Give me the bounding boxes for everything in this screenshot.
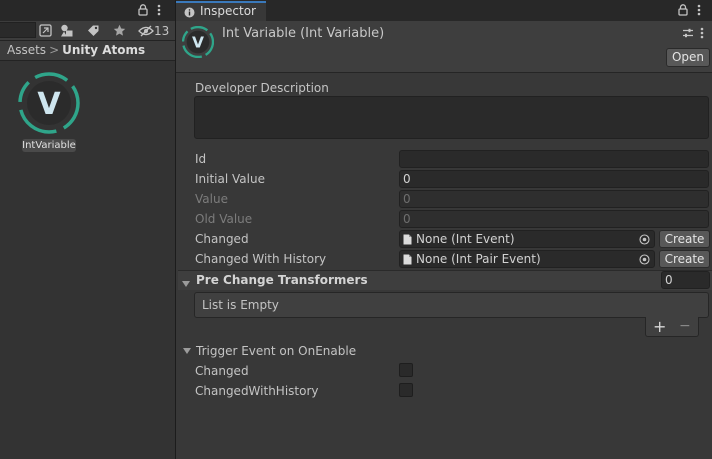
trigger-changed-with-history-label: ChangedWithHistory <box>195 384 319 398</box>
inspector-body: Developer Description Id Initial Value 0… <box>176 73 712 459</box>
favorites-star-icon[interactable] <box>109 22 129 39</box>
create-changed-with-history-button[interactable]: Create <box>659 250 710 268</box>
old-value-field: 0 <box>399 210 709 228</box>
v-atom-icon: V <box>18 72 80 134</box>
foldout-arrow-icon[interactable] <box>183 348 191 354</box>
page-title: Int Variable (Int Variable) <box>222 26 385 41</box>
preset-sliders-icon[interactable] <box>682 27 694 39</box>
object-picker-icon[interactable] <box>639 234 650 245</box>
kebab-menu-icon[interactable] <box>700 27 704 39</box>
hidden-packages-count: 13 <box>154 24 170 38</box>
list-empty-text: List is Empty <box>202 298 279 312</box>
trigger-changed-with-history-checkbox[interactable] <box>399 383 413 397</box>
initial-value-field[interactable]: 0 <box>399 170 709 188</box>
changed-label: Changed <box>195 232 249 246</box>
filter-by-label-icon[interactable] <box>83 22 103 39</box>
trigger-event-label: Trigger Event on OnEnable <box>196 344 357 358</box>
changed-object-value: None (Int Event) <box>416 232 515 246</box>
value-field: 0 <box>399 190 709 208</box>
kebab-menu-icon[interactable] <box>697 4 701 16</box>
trigger-changed-label: Changed <box>195 364 249 378</box>
add-item-button[interactable]: + <box>653 317 666 336</box>
v-atom-glyph: V <box>192 34 204 52</box>
lock-icon[interactable] <box>678 4 688 16</box>
kebab-menu-icon[interactable] <box>157 4 161 16</box>
document-icon <box>403 234 412 245</box>
create-icon[interactable] <box>35 22 55 39</box>
info-icon <box>184 7 195 18</box>
changed-with-history-object-field[interactable]: None (Int Pair Event) <box>399 250 655 268</box>
trigger-event-foldout[interactable]: Trigger Event on OnEnable <box>183 344 356 358</box>
tab-inspector-label: Inspector <box>200 4 256 18</box>
asset-label: IntVariable <box>22 139 76 152</box>
list-footer: + − <box>645 317 699 337</box>
old-value-label: Old Value <box>195 212 253 226</box>
v-atom-glyph: V <box>37 87 61 122</box>
inspector-header: V Int Variable (Int Variable) Open <box>176 21 712 73</box>
breadcrumb-separator: > <box>49 43 60 57</box>
breadcrumb-item-assets[interactable]: Assets <box>7 43 46 57</box>
pre-change-transformers-list: List is Empty <box>194 292 709 318</box>
lock-icon[interactable] <box>138 4 148 16</box>
hidden-packages-eye-icon[interactable] <box>136 22 156 39</box>
changed-with-history-label: Changed With History <box>195 252 327 266</box>
developer-description-label: Developer Description <box>195 81 329 95</box>
changed-object-field[interactable]: None (Int Event) <box>399 230 655 248</box>
asset-item-intvariable[interactable]: V IntVariable <box>15 70 83 152</box>
inspector-panel: Inspector V Int Variable (Int Variable) … <box>176 0 712 459</box>
filter-by-type-icon[interactable] <box>57 22 77 39</box>
initial-value-label: Initial Value <box>195 172 265 186</box>
breadcrumb: Assets > Unity Atoms <box>0 41 175 61</box>
document-icon <box>403 254 412 265</box>
breadcrumb-item-current[interactable]: Unity Atoms <box>62 43 145 57</box>
tab-inspector[interactable]: Inspector <box>176 1 266 21</box>
value-label: Value <box>195 192 228 206</box>
v-atom-icon: V <box>182 26 214 58</box>
open-button[interactable]: Open <box>666 48 710 67</box>
remove-item-button[interactable]: − <box>679 318 691 334</box>
foldout-arrow-icon[interactable] <box>182 277 195 291</box>
object-picker-icon[interactable] <box>639 254 650 265</box>
project-panel: 13 Assets > Unity Atoms V IntVariable <box>0 0 175 459</box>
trigger-changed-checkbox[interactable] <box>399 363 413 377</box>
create-changed-button[interactable]: Create <box>659 230 710 248</box>
project-tab-bar <box>0 0 175 21</box>
inspector-tab-bar: Inspector <box>176 0 712 21</box>
pre-change-transformers-label: Pre Change Transformers <box>196 273 368 287</box>
pre-change-transformers-header[interactable]: Pre Change Transformers <box>178 270 712 290</box>
project-search-input[interactable] <box>0 22 36 38</box>
changed-with-history-object-value: None (Int Pair Event) <box>416 252 541 266</box>
id-label: Id <box>195 152 207 166</box>
pre-change-transformers-size-field[interactable]: 0 <box>661 271 710 289</box>
id-field[interactable] <box>399 150 709 168</box>
developer-description-textarea[interactable] <box>194 96 709 139</box>
